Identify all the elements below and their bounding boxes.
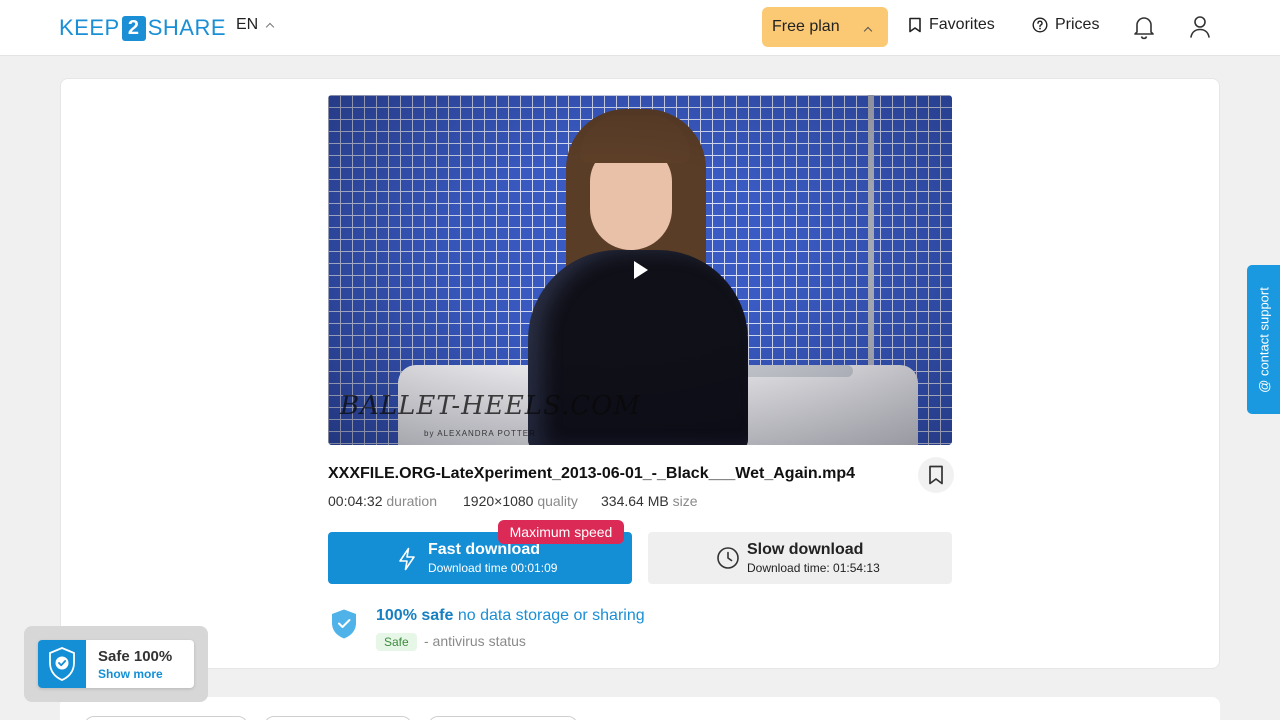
- bell-icon: [1134, 17, 1154, 40]
- prices-link[interactable]: Prices: [1032, 16, 1099, 34]
- prices-label: Prices: [1055, 16, 1100, 33]
- safe-widget-icon-box: [38, 640, 86, 688]
- contact-support-label: @ contact support: [1256, 286, 1271, 393]
- top-header: KEEP 2 SHARE EN Free plan Favorites Pric…: [0, 0, 1280, 56]
- tab-pill[interactable]: [84, 716, 248, 720]
- chevron-up-icon: [265, 22, 275, 32]
- chevron-up-icon: [863, 26, 873, 36]
- notifications-button[interactable]: [1132, 14, 1156, 40]
- logo-number: 2: [121, 15, 146, 41]
- fast-download-time: Download time 00:01:09: [428, 561, 558, 575]
- user-icon: [1190, 16, 1210, 38]
- video-watermark-sub: by ALEXANDRA POTTER: [424, 429, 536, 438]
- contact-support-tab[interactable]: @ contact support: [1247, 265, 1280, 414]
- keep2share-logo[interactable]: KEEP 2 SHARE: [59, 15, 226, 41]
- free-plan-button[interactable]: Free plan: [762, 7, 888, 47]
- logo-text-share: SHARE: [147, 15, 226, 40]
- slow-download-button[interactable]: Slow download Download time: 01:54:13: [648, 532, 952, 584]
- lightning-icon: [399, 547, 415, 571]
- language-label: EN: [236, 16, 259, 33]
- clock-icon: [717, 547, 739, 569]
- free-plan-label: Free plan: [772, 18, 840, 35]
- favorites-link[interactable]: Favorites: [908, 16, 995, 34]
- shield-check-icon: [49, 647, 75, 681]
- tab-pill[interactable]: [264, 716, 412, 720]
- show-more-link[interactable]: Show more: [98, 667, 163, 681]
- account-button[interactable]: [1188, 14, 1212, 40]
- safe-widget-title: Safe 100%: [98, 648, 173, 665]
- safety-headline-rest: no data storage or sharing: [457, 607, 645, 624]
- antivirus-status-text: - antivirus status: [424, 633, 526, 649]
- duration-label: duration: [386, 493, 437, 509]
- language-selector[interactable]: EN: [236, 16, 275, 34]
- file-quality: 1920×1080 quality: [463, 493, 578, 509]
- shield-check-icon: [332, 609, 356, 639]
- file-size: 334.64 MB size: [601, 493, 698, 509]
- logo-text-keep: KEEP: [59, 15, 120, 40]
- slow-download-time: Download time: 01:54:13: [747, 561, 880, 575]
- video-watermark: BALLET-HEELS.COM: [340, 391, 642, 421]
- question-circle-icon: [1032, 17, 1048, 33]
- quality-label: quality: [537, 493, 578, 509]
- bookmark-icon: [929, 465, 943, 485]
- safety-headline: 100% safe no data storage or sharing: [376, 607, 645, 625]
- maximum-speed-badge: Maximum speed: [498, 520, 624, 544]
- quality-value: 1920×1080: [463, 493, 534, 509]
- add-to-favorites-button[interactable]: [918, 457, 954, 493]
- video-preview[interactable]: BALLET-HEELS.COM by ALEXANDRA POTTER: [328, 95, 952, 445]
- file-name: XXXFILE.ORG-LateXperiment_2013-06-01_-_B…: [328, 465, 856, 482]
- tab-pill[interactable]: [428, 716, 578, 720]
- duration-value: 00:04:32: [328, 493, 383, 509]
- favorites-label: Favorites: [929, 16, 995, 33]
- slow-download-label: Slow download: [747, 541, 864, 558]
- safe-status-badge: Safe: [376, 633, 417, 651]
- safety-headline-bold: 100% safe: [376, 607, 454, 624]
- bookmark-icon: [909, 17, 921, 33]
- size-value: 334.64 MB: [601, 493, 669, 509]
- file-duration: 00:04:32 duration: [328, 493, 437, 509]
- size-label: size: [672, 493, 698, 509]
- play-icon[interactable]: [634, 261, 648, 279]
